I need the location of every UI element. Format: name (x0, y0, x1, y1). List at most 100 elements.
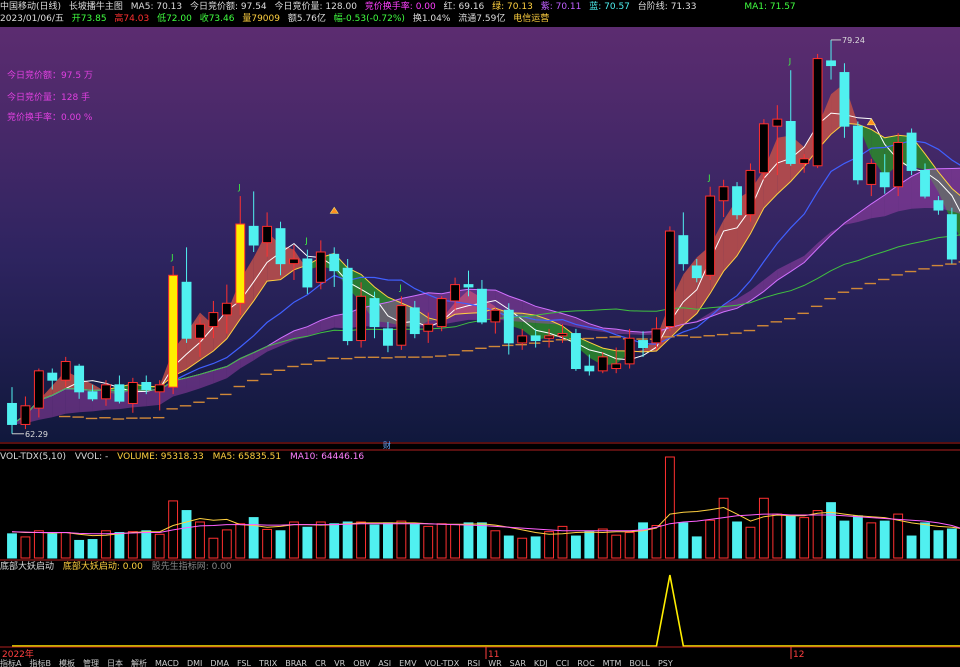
volume-bar (195, 521, 205, 559)
ma5-readout: MA5: 70.13 (130, 2, 183, 12)
volume-bar (87, 539, 98, 559)
time-axis-year: 2022年 (2, 648, 34, 659)
volume-bar (758, 497, 769, 559)
volume-bar (208, 537, 219, 559)
candle-body (356, 295, 367, 342)
candle-body (852, 125, 863, 181)
window-title[interactable]: 中国移动(日线) (0, 2, 61, 12)
candle-body (624, 337, 635, 365)
indicator-tab[interactable]: MTM (603, 659, 622, 667)
volume-bar (651, 525, 662, 559)
indicator-tab[interactable]: 解析 (131, 659, 147, 667)
indicator-tab[interactable]: BOLL (629, 659, 650, 667)
candle-body (20, 405, 31, 425)
finance-marker[interactable]: 财 (383, 440, 391, 450)
candle-body (718, 186, 729, 202)
indicator-tab[interactable]: ASI (378, 659, 391, 667)
candle-body (463, 284, 474, 288)
candle-body (302, 258, 313, 288)
volume-bar (235, 523, 246, 559)
indicator-tab[interactable]: EMV (399, 659, 416, 667)
indicator-tab[interactable]: CCI (556, 659, 570, 667)
candle-body (342, 267, 353, 342)
indicator-tab[interactable]: BRAR (285, 659, 307, 667)
volume-bar (114, 532, 125, 559)
candle-body (664, 230, 675, 328)
indicator-tab[interactable]: SAR (510, 659, 526, 667)
indicator-tab[interactable]: KDJ (534, 659, 548, 667)
candle-body (920, 169, 930, 197)
candle-body (799, 158, 810, 164)
candle-body (839, 72, 850, 127)
volume-bar (866, 522, 877, 559)
indicator-tab[interactable]: WR (488, 659, 501, 667)
indicator-tab[interactable]: DMI (187, 659, 202, 667)
volume-bar (920, 522, 930, 559)
indicator-name[interactable]: 长坡播牛主图 (69, 2, 123, 12)
candle-body (450, 284, 461, 302)
indicator-tab[interactable]: PSY (658, 659, 673, 667)
indicator-tab[interactable]: MACD (155, 659, 179, 667)
candle-body (812, 58, 823, 167)
volume-indicator-name[interactable]: VOL-TDX(5,10) (0, 452, 66, 462)
volume-bar (933, 530, 944, 559)
candle-body (33, 370, 44, 409)
indicator-tab[interactable]: 管理 (83, 659, 99, 667)
bid-volume-readout: 今日竞价量: 128.00 (274, 2, 357, 12)
candle-body (906, 132, 917, 171)
step-line-readout: 台阶线: 71.33 (637, 2, 697, 12)
indicator-tab[interactable]: OBV (353, 659, 370, 667)
quote-change: 幅-0.53(-0.72%) (333, 14, 405, 24)
indicator-tab[interactable]: 指标A (0, 659, 21, 667)
indicator-tab[interactable]: FSL (237, 659, 251, 667)
candle-body (611, 363, 622, 370)
volume-bar (396, 520, 407, 559)
quote-sector[interactable]: 电信运营 (513, 14, 549, 24)
volume-ma5-readout: MA5: 65835.51 (212, 452, 282, 462)
volume-ma10-readout: MA10: 64446.16 (289, 452, 365, 462)
indicator-tab[interactable]: RSI (467, 659, 480, 667)
indicator-tab[interactable]: VR (334, 659, 345, 667)
volume-bar (745, 526, 756, 559)
quote-open: 开73.85 (71, 14, 107, 24)
indicator-tab[interactable]: 指标B (29, 659, 51, 667)
candle-body (826, 60, 836, 67)
indicator-tab[interactable]: TRIX (259, 659, 277, 667)
candle-body (87, 391, 98, 400)
indicator-tab[interactable]: CR (315, 659, 326, 667)
volume-bar (611, 534, 622, 559)
j-signal-label: J (398, 283, 401, 292)
candle-body (74, 365, 85, 393)
volume-bar (879, 520, 890, 559)
volume-bar (315, 521, 326, 559)
candle-body (127, 381, 138, 404)
candle-body (678, 235, 689, 265)
signal-indicator-name[interactable]: 底部大妖启动 (0, 562, 54, 572)
indicator-tab[interactable]: DMA (210, 659, 229, 667)
bid-amount-readout: 今日竞价额: 97.54 (189, 2, 267, 12)
volume-bar (772, 513, 783, 559)
candle-body (866, 162, 877, 185)
cloud-segment (65, 388, 80, 414)
volume-bar (141, 530, 152, 559)
candle-body (101, 384, 111, 400)
volume-bar (181, 510, 192, 559)
volume-bar (289, 521, 299, 559)
indicator-tab[interactable]: 日本 (107, 659, 123, 667)
indicator-tab[interactable]: ROC (577, 659, 594, 667)
indicator-tab[interactable]: VOL-TDX (425, 659, 460, 667)
volume-bar (852, 515, 863, 559)
indicator-tabs: 指标A 指标B 模板 管理 日本 解析 MACD DMI DMA FSL TRIX BRAR CR VR O… (0, 659, 681, 667)
volume-bar (127, 531, 138, 559)
volume-bar (799, 517, 810, 559)
candle-body (503, 309, 514, 344)
volume-bar (490, 530, 501, 559)
candle-body (651, 328, 662, 344)
volume-bar (369, 524, 380, 559)
volume-bar (624, 532, 635, 559)
indicator-tab[interactable]: 模板 (59, 659, 75, 667)
volume-bar (503, 535, 514, 559)
volume-bar (597, 528, 608, 559)
quote-close: 收73.46 (199, 14, 235, 24)
candle-body (289, 258, 299, 265)
